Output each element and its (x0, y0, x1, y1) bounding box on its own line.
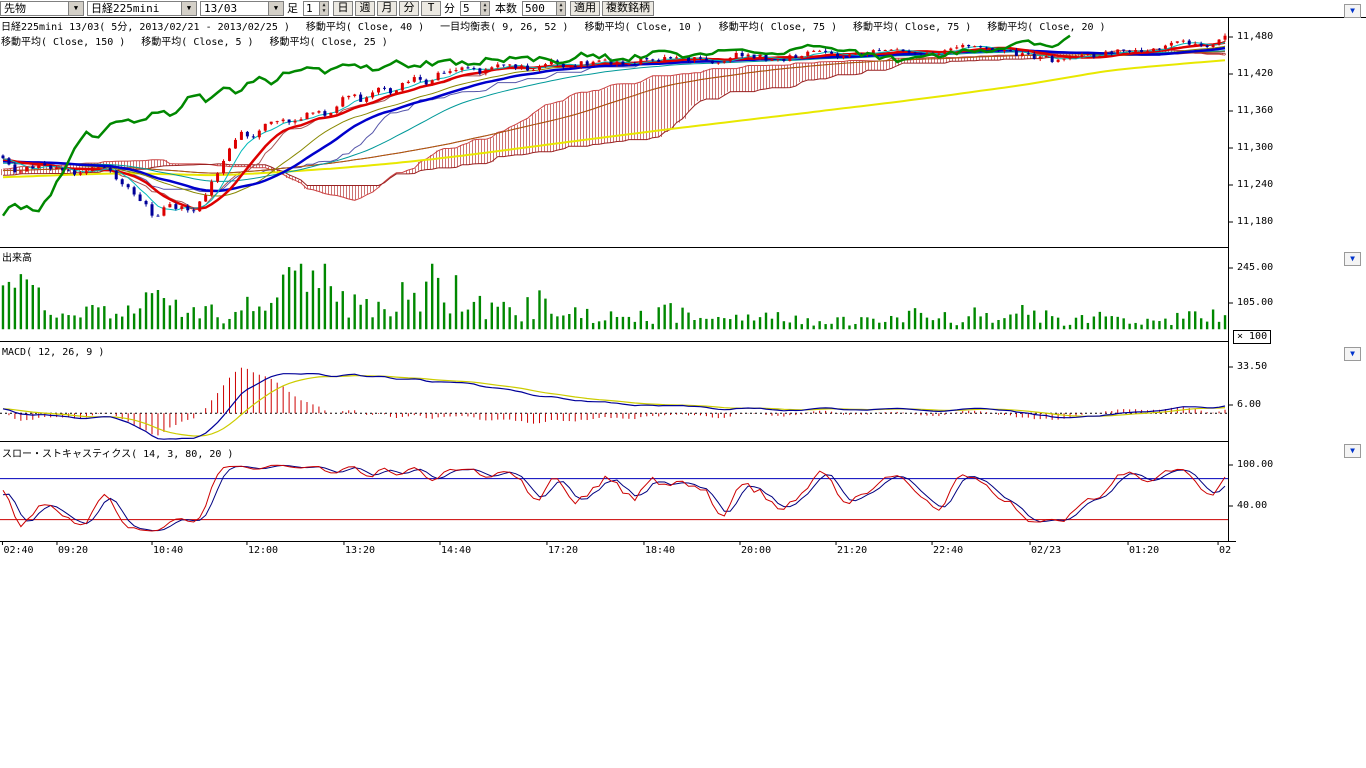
spinner-arrows: ▲▼ (319, 2, 328, 15)
bar-count-value: 500 (523, 2, 556, 15)
stoch-pane-label: スロー・ストキャスティクス( 14, 3, 80, 20 ) (2, 445, 233, 460)
legend-item: 移動平均( Close, 20 ) (987, 18, 1105, 33)
time-axis-label: 09:20 (58, 545, 88, 556)
bar-interval-value: 1 (304, 2, 319, 15)
time-axis-label: 21:20 (837, 545, 867, 556)
legend-item: 移動平均( Close, 25 ) (270, 33, 388, 48)
spinner-arrows: ▲▼ (480, 2, 489, 15)
volume-scale-multiplier: × 100 (1233, 330, 1271, 344)
chevron-down-icon[interactable]: ▼ (268, 2, 283, 15)
time-axis-label: 10:40 (153, 545, 183, 556)
time-axis-label: 01:20 (1129, 545, 1159, 556)
stoch-axis-label: 100.00 (1237, 459, 1273, 470)
legend-item: 移動平均( Close, 75 ) (719, 18, 837, 33)
symbol-select[interactable]: 日経225mini ▼ (87, 1, 197, 16)
bar-count-spinner[interactable]: 500 ▲▼ (522, 1, 566, 16)
price-axis-label: 11,360 (1237, 105, 1273, 116)
time-axis-label: 12:00 (248, 545, 278, 556)
trading-app-window: { "toolbar": { "symbol_type": "先物", "sym… (0, 0, 1366, 768)
chart-legend-row-1: 日経225mini 13/03( 5分, 2013/02/21 - 2013/0… (1, 18, 1106, 33)
market-type-value: 先物 (1, 2, 68, 15)
chevron-down-icon[interactable]: ▼ (181, 2, 196, 15)
spin-down-icon[interactable]: ▼ (557, 8, 565, 14)
minute-interval-spinner[interactable]: 5 ▲▼ (460, 1, 490, 16)
triangle-down-icon: ▼ (1350, 255, 1355, 263)
macd-pane-label: MACD( 12, 26, 9 ) (2, 347, 104, 358)
period-minute-button[interactable]: 分 (399, 1, 419, 16)
legend-item: 移動平均( Close, 5 ) (141, 33, 253, 48)
bar-type-label: 足 (287, 0, 298, 16)
contract-month-value: 13/03 (201, 2, 268, 15)
legend-item: 移動平均( Close, 40 ) (306, 18, 424, 33)
price-axis-label: 11,240 (1237, 179, 1273, 190)
legend-item: 移動平均( Close, 150 ) (1, 33, 125, 48)
price-axis-label: 11,300 (1237, 142, 1273, 153)
time-axis-label: 02 (1219, 545, 1231, 556)
spin-down-icon[interactable]: ▼ (481, 8, 489, 14)
price-axis: 11,480 11,420 11,360 11,300 11,240 11,180 245.… (1237, 0, 1297, 570)
contract-month-select[interactable]: 13/03 ▼ (200, 1, 284, 16)
apply-button[interactable]: 適用 (570, 1, 600, 16)
spinner-arrows: ▲▼ (556, 2, 565, 15)
time-axis-label: 14:40 (441, 545, 471, 556)
price-axis-label: 11,480 (1237, 31, 1273, 42)
legend-item: 移動平均( Close, 10 ) (584, 18, 702, 33)
time-axis-label: 18:40 (645, 545, 675, 556)
multi-symbol-button[interactable]: 複数銘柄 (602, 1, 654, 16)
triangle-down-icon: ▼ (1350, 447, 1355, 455)
time-axis-label: 22:40 (933, 545, 963, 556)
pane-menu-button-main[interactable]: ▼ (1344, 4, 1361, 18)
time-axis-label: 02:40 (3, 545, 33, 556)
price-pane[interactable] (1, 33, 1226, 217)
triangle-down-icon: ▼ (1350, 350, 1355, 358)
legend-item: 日経225mini 13/03( 5分, 2013/02/21 - 2013/0… (1, 18, 290, 33)
time-axis-label: 20:00 (741, 545, 771, 556)
pane-menu-button-volume[interactable]: ▼ (1344, 252, 1361, 266)
macd-axis-label: 33.50 (1237, 361, 1267, 372)
pane-menu-button-macd[interactable]: ▼ (1344, 347, 1361, 361)
triangle-down-icon: ▼ (1350, 7, 1355, 15)
chevron-down-icon[interactable]: ▼ (68, 2, 83, 15)
stoch-pane[interactable] (0, 465, 1228, 531)
legend-item: 一目均衡表( 9, 26, 52 ) (440, 18, 568, 33)
time-axis-label: 13:20 (345, 545, 375, 556)
market-type-select[interactable]: 先物 ▼ (0, 1, 84, 16)
toolbar: 先物 ▼ 日経225mini ▼ 13/03 ▼ 足 1 ▲▼ 日 週 月 分 … (0, 0, 1366, 16)
macd-axis-label: 6.00 (1237, 399, 1261, 410)
period-month-button[interactable]: 月 (377, 1, 397, 16)
legend-item: 移動平均( Close, 75 ) (853, 18, 971, 33)
chart-legend-row-2: 移動平均( Close, 150 ) 移動平均( Close, 5 ) 移動平均( … (1, 33, 388, 48)
chart-canvas[interactable] (0, 0, 1366, 570)
volume-pane[interactable] (2, 264, 1226, 330)
period-day-button[interactable]: 日 (333, 1, 353, 16)
time-axis: 02:40 09:20 10:40 12:00 13:20 14:40 17:20 18:40… (0, 545, 1240, 559)
volume-pane-label: 出来高 (2, 249, 32, 264)
macd-pane[interactable] (0, 368, 1228, 440)
price-axis-label: 11,180 (1237, 216, 1273, 227)
minute-interval-value: 5 (461, 2, 480, 15)
volume-axis-label: 245.00 (1237, 262, 1273, 273)
minute-unit-label: 分 (444, 0, 455, 16)
price-axis-label: 11,420 (1237, 68, 1273, 79)
time-axis-label: 17:20 (548, 545, 578, 556)
bar-interval-spinner[interactable]: 1 ▲▼ (303, 1, 329, 16)
time-axis-label: 02/23 (1031, 545, 1061, 556)
stoch-axis-label: 40.00 (1237, 500, 1267, 511)
period-tick-button[interactable]: T (421, 1, 441, 16)
symbol-value: 日経225mini (88, 2, 181, 15)
spin-down-icon[interactable]: ▼ (320, 8, 328, 14)
bar-count-label: 本数 (495, 0, 517, 16)
pane-menu-button-stoch[interactable]: ▼ (1344, 444, 1361, 458)
period-week-button[interactable]: 週 (355, 1, 375, 16)
volume-axis-label: 105.00 (1237, 297, 1273, 308)
